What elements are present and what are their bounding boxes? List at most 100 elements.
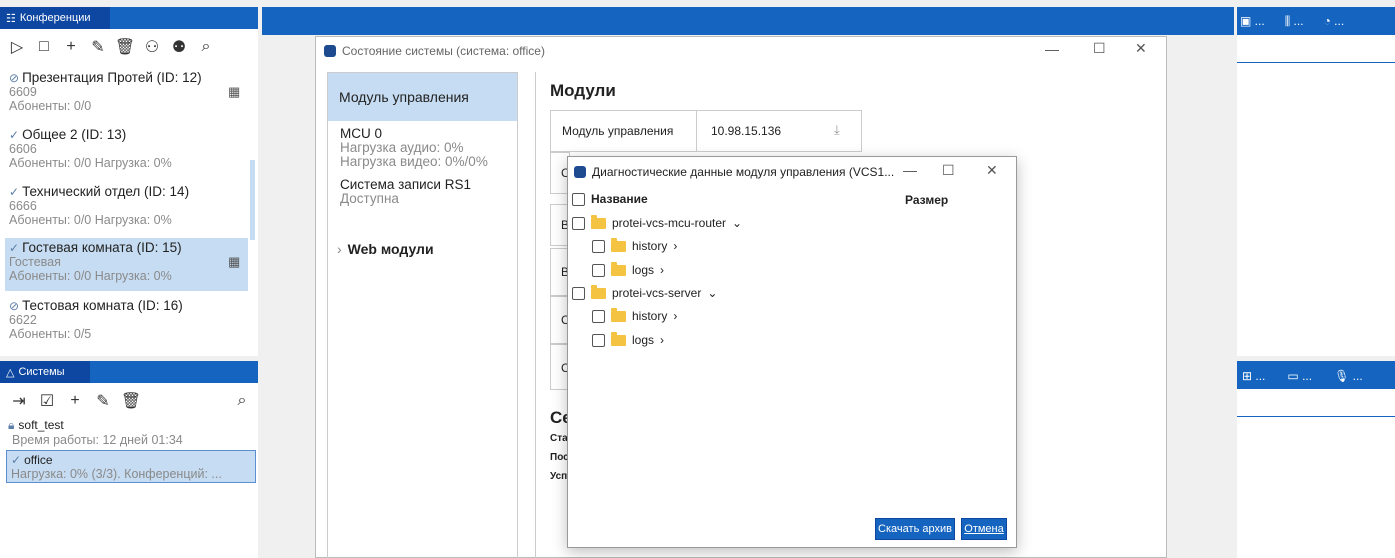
add-icon[interactable]: + <box>60 36 82 58</box>
folder-checkbox[interactable] <box>592 263 605 277</box>
app-shield-icon <box>324 45 336 57</box>
triangle-icon: △ <box>6 366 15 379</box>
module-row[interactable]: Модуль управления 10.98.15.136 ⤓ <box>550 110 862 152</box>
header-row: Название <box>572 192 648 206</box>
conferences-scrollbar[interactable] <box>250 160 255 240</box>
grid-icon[interactable]: ⊞ ... <box>1242 369 1265 383</box>
edit-icon[interactable]: ✎ <box>87 36 109 58</box>
system-item-selected[interactable]: ✓ office Нагрузка: 0% (3/3). Конференций:… <box>6 450 256 483</box>
conference-item-selected[interactable]: ✓ Гостевая комната (ID: 15) Гостевая Абон… <box>5 238 248 291</box>
folder-icon <box>611 307 626 322</box>
systems-tab-label: Системы <box>18 366 65 378</box>
right-top-panel <box>1237 35 1395 356</box>
participants-icon[interactable]: ⚇ <box>141 36 163 58</box>
check-box-icon[interactable]: ☑ <box>36 390 58 412</box>
chevron-right-icon[interactable]: › <box>660 263 664 277</box>
close-icon[interactable]: ✕ <box>986 162 998 179</box>
folder-icon <box>591 214 606 229</box>
close-icon[interactable]: ✕ <box>1135 40 1147 57</box>
chevron-right-icon: › <box>337 241 342 257</box>
download-icon[interactable]: ⤓ <box>834 122 840 138</box>
microphone-icon[interactable]: 🎙︎ ... <box>1334 369 1363 383</box>
conferences-tab[interactable]: ☷ Конференции <box>0 7 110 29</box>
select-all-checkbox[interactable] <box>572 192 585 206</box>
maximize-icon[interactable]: ☐ <box>1093 40 1106 57</box>
delete-icon[interactable]: 🗑 <box>114 36 136 58</box>
tree-folder-row[interactable]: logs › <box>592 261 664 277</box>
system-item[interactable]: 🔒︎ soft_test Время работы: 12 дней 01:34 <box>8 418 256 448</box>
section2-line: Пос <box>550 452 569 463</box>
chevron-right-icon[interactable]: › <box>673 309 677 323</box>
status-content-border <box>535 72 536 558</box>
search-icon[interactable]: ⌕ <box>195 36 217 58</box>
gauge-icon[interactable]: ◔ ... <box>1324 14 1345 28</box>
add-icon[interactable]: + <box>64 390 86 412</box>
group-icon[interactable]: ⚉ <box>168 36 190 58</box>
play-icon[interactable]: ▷ <box>6 36 28 58</box>
minimize-icon[interactable]: — <box>1045 41 1059 57</box>
stop-icon[interactable]: □ <box>33 36 55 58</box>
folder-checkbox[interactable] <box>592 239 605 253</box>
right-top-underline <box>1237 62 1395 63</box>
chevron-down-icon[interactable]: ⌄ <box>707 286 717 300</box>
calendar-icon: ▦ <box>228 254 241 269</box>
folder-icon <box>591 284 606 299</box>
tree-folder-row[interactable]: logs › <box>592 331 664 347</box>
main-header-bar <box>262 7 1234 35</box>
status-nav-item[interactable]: MCU 0 Нагрузка аудио: 0% Нагрузка видео:… <box>340 127 515 169</box>
right-mid-tabs: ⊞ ... ▭ ... 🎙︎ ... <box>1242 365 1363 387</box>
app-shield-icon <box>574 166 586 178</box>
delete-icon[interactable]: 🗑 <box>120 390 142 412</box>
conferences-toolbar: ▷ □ + ✎ 🗑 ⚇ ⚉ ⌕ <box>6 36 256 58</box>
conference-icon: ☷ <box>6 12 16 25</box>
folder-checkbox[interactable] <box>592 309 605 323</box>
cancel-button[interactable]: Отмена <box>961 518 1007 540</box>
status-nav-item[interactable]: › Web модули <box>337 241 434 257</box>
search-icon[interactable]: ⌕ <box>231 390 253 412</box>
diagnostic-dialog-titlebar: Диагностические данные модуля управления… <box>574 162 904 182</box>
systems-tab[interactable]: △ Системы <box>0 361 90 383</box>
maximize-icon[interactable]: ☐ <box>942 162 955 179</box>
chevron-right-icon[interactable]: › <box>660 333 664 347</box>
tree-folder-row[interactable]: protei-vcs-server ⌄ <box>572 284 717 300</box>
status-nav-item[interactable]: Система записи RS1 Доступна <box>340 178 515 206</box>
status-window-titlebar: Состояние системы (система: office) <box>316 37 1166 65</box>
chevron-down-icon[interactable]: ⌄ <box>732 216 742 230</box>
conference-item[interactable]: ✓ Технический отдел (ID: 14) 6666 Абонент… <box>5 185 248 235</box>
bar-chart-icon[interactable]: ⫼ ... <box>1285 14 1304 29</box>
login-icon[interactable]: ⇥ <box>8 390 30 412</box>
modules-heading: Модули <box>550 81 616 100</box>
tree-folder-row[interactable]: history › <box>592 307 677 323</box>
right-top-tabs: ▣ ... ⫼ ... ◔ ... <box>1240 10 1344 32</box>
conference-item[interactable]: ⊘ Тестовая комната (ID: 16) 6622 Абоненты… <box>5 299 248 349</box>
conference-item[interactable]: ⊘ Презентация Протей (ID: 12) 6609 Абонен… <box>5 71 248 121</box>
diagnostic-dialog <box>567 156 1017 548</box>
systems-toolbar: ⇥ ☑ + ✎ 🗑 ⌕ <box>8 390 253 412</box>
folder-icon <box>611 331 626 346</box>
folder-icon <box>611 261 626 276</box>
status-nav-item-selected[interactable]: Модуль управления <box>328 73 517 121</box>
section2-line: Усп <box>550 471 568 482</box>
column-size-header: Размер <box>905 193 949 207</box>
tree-folder-row[interactable]: protei-vcs-mcu-router ⌄ <box>572 214 742 230</box>
conferences-tab-label: Конференции <box>19 12 91 24</box>
minimize-icon[interactable]: — <box>903 162 917 178</box>
monitor-icon[interactable]: ▭ ... <box>1287 369 1312 383</box>
edit-icon[interactable]: ✎ <box>92 390 114 412</box>
section2-line: Ста <box>550 433 568 444</box>
status-window-title: Состояние системы (система: office) <box>342 44 545 58</box>
download-archive-button[interactable]: Скачать архив <box>875 518 955 540</box>
folder-checkbox[interactable] <box>592 333 605 347</box>
diagnostic-dialog-title: Диагностические данные модуля управления… <box>592 165 895 179</box>
right-mid-panel <box>1237 389 1395 558</box>
folder-icon <box>611 237 626 252</box>
right-mid-underline <box>1237 416 1395 417</box>
folder-checkbox[interactable] <box>572 216 585 230</box>
conference-item[interactable]: ✓ Общее 2 (ID: 13) 6606 Абоненты: 0/0 Наг… <box>5 128 248 178</box>
chevron-right-icon[interactable]: › <box>673 239 677 253</box>
calendar-icon: ▦ <box>228 84 241 99</box>
contact-card-icon[interactable]: ▣ ... <box>1240 14 1265 28</box>
tree-folder-row[interactable]: history › <box>592 237 677 253</box>
folder-checkbox[interactable] <box>572 286 585 300</box>
column-name-header: Название <box>591 192 648 206</box>
